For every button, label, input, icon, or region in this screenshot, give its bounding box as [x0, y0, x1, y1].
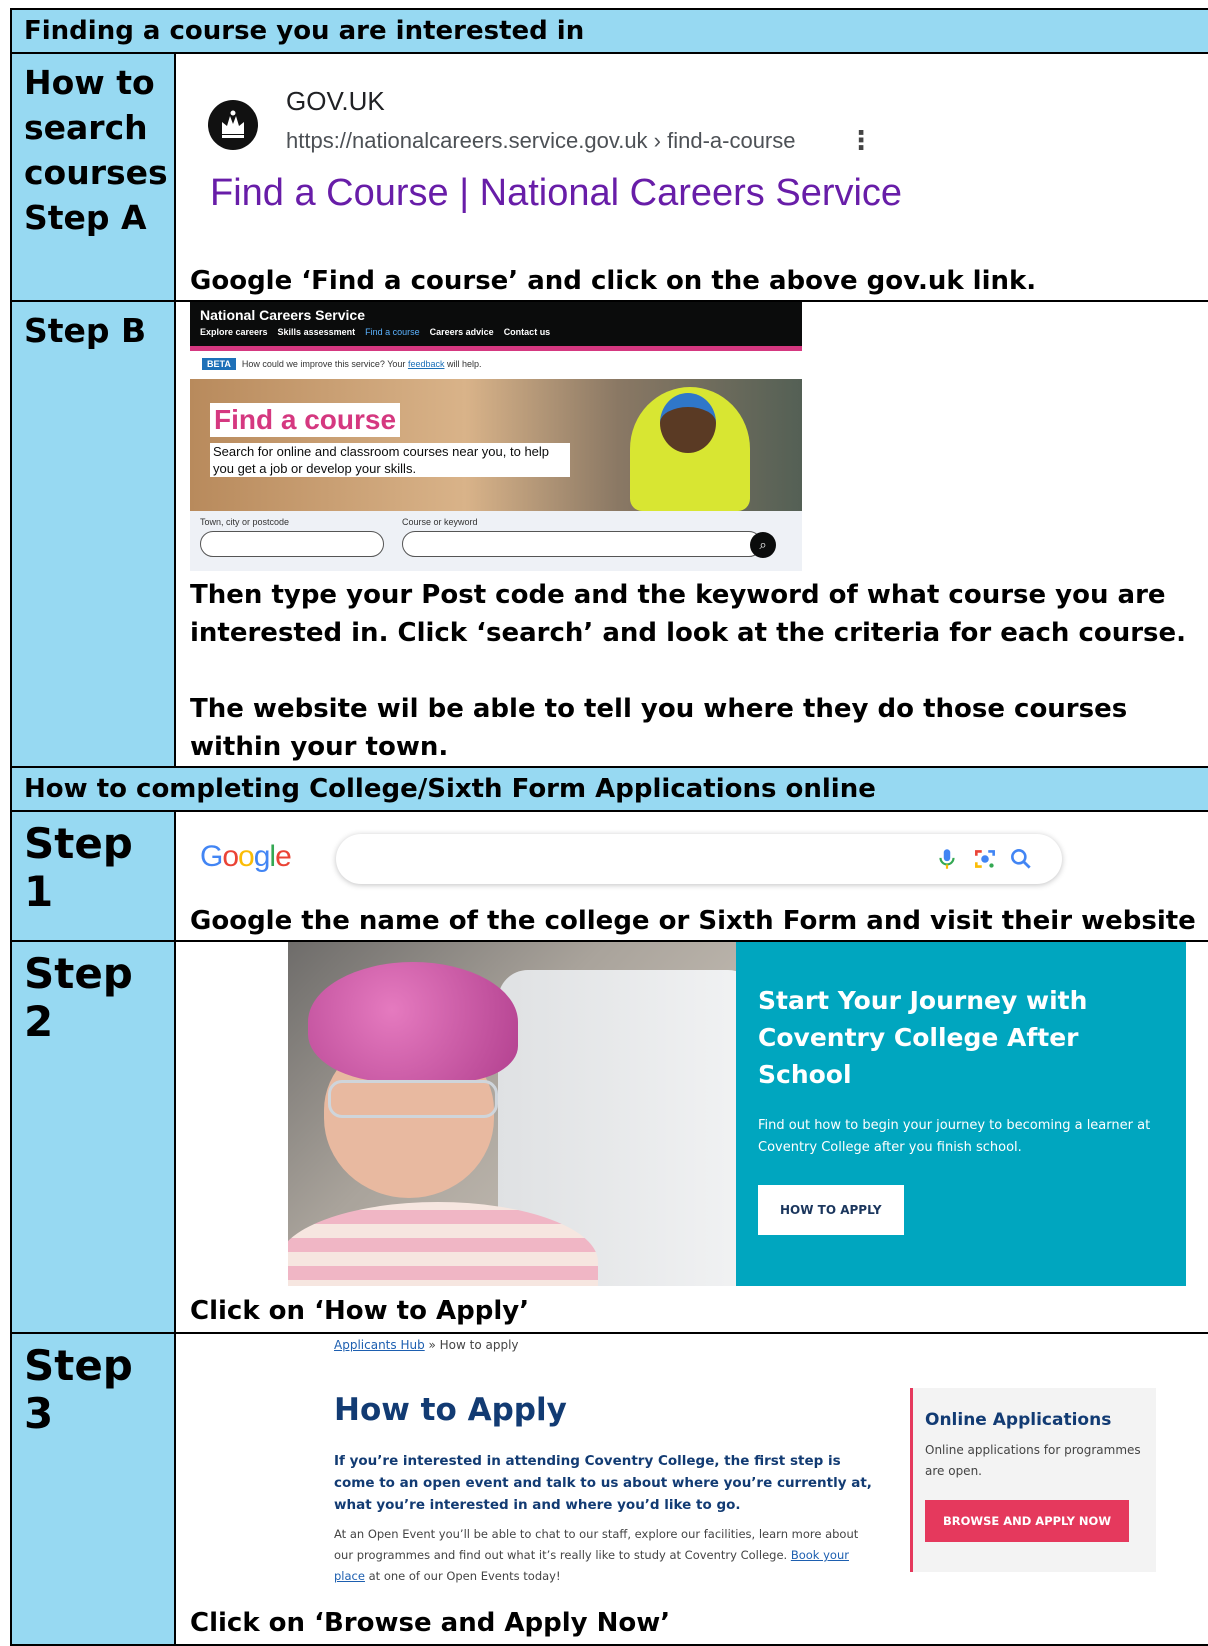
label-line: search	[24, 108, 148, 147]
nav-contact-us[interactable]: Contact us	[504, 327, 551, 337]
ncs-brand[interactable]: National Careers Service	[200, 306, 792, 324]
step-3-instruction: Click on ‘Browse and Apply Now’	[190, 1608, 671, 1638]
beta-text: How could we improve this service? Your	[241, 359, 406, 369]
google-search-input[interactable]	[336, 834, 1062, 884]
hero-title: Find a course	[210, 403, 401, 437]
label-step-1: Step 1	[10, 810, 176, 942]
hero-text: Find out how to begin your journey to be…	[758, 1118, 1151, 1155]
hair-shape	[308, 962, 518, 1082]
worksheet: Finding a course you are interested in H…	[9, 8, 1208, 1646]
how-to-apply-page: Applicants Hub » How to apply How to App…	[176, 1334, 1208, 1596]
result-title-link[interactable]: Find a Course | National Careers Service	[210, 172, 902, 215]
logo-letter: e	[275, 840, 292, 873]
logo-letter: o	[238, 840, 255, 873]
ncs-header: National Careers Service Explore careers…	[190, 302, 802, 346]
step-a-content: GOV.UK https://nationalcareers.service.g…	[173, 52, 1208, 302]
worker-head	[660, 393, 716, 453]
nav-careers-advice[interactable]: Careers advice	[430, 327, 494, 337]
label-line: Step A	[24, 198, 147, 237]
google-search-bar: Google	[176, 812, 1208, 904]
google-logo: Google	[200, 840, 292, 874]
logo-letter: g	[253, 840, 271, 873]
step-1-instruction: Google the name of the college or Sixth …	[190, 906, 1196, 936]
label-step-3: Step 3	[10, 1332, 176, 1646]
breadcrumb-current: » How to apply	[424, 1338, 519, 1352]
body-text: At an Open Event you’ll be able to chat …	[334, 1527, 859, 1562]
keyword-label: Course or keyword	[402, 517, 478, 527]
step-1-content: Google Google the name of the college or…	[173, 810, 1208, 942]
card-title: Online Applications	[925, 1410, 1112, 1430]
search-icon[interactable]: ⌕	[750, 532, 776, 558]
label-step-2: Step 2	[10, 940, 176, 1334]
body-text-end: at one of our Open Events today!	[364, 1569, 561, 1583]
search-icon[interactable]	[1008, 846, 1034, 872]
step-3-content: Applicants Hub » How to apply How to App…	[173, 1332, 1208, 1646]
step-2-instruction: Click on ‘How to Apply’	[190, 1296, 530, 1326]
section-header-finding-course: Finding a course you are interested in	[9, 8, 1208, 54]
result-site-name: GOV.UK	[286, 86, 385, 116]
online-applications-card: Online Applications Online applications …	[910, 1388, 1156, 1572]
body-paragraph: At an Open Event you’ll be able to chat …	[334, 1524, 864, 1587]
label-line: How to	[24, 63, 155, 102]
nav-find-a-course[interactable]: Find a course	[365, 327, 420, 337]
logo-letter: o	[222, 840, 239, 873]
nav-skills-assessment[interactable]: Skills assessment	[278, 327, 356, 337]
microphone-icon[interactable]	[934, 846, 960, 872]
ncs-search-bar: Town, city or postcode Course or keyword…	[190, 511, 802, 571]
how-to-apply-button[interactable]: HOW TO APPLY	[758, 1185, 904, 1235]
beta-banner: BETA How could we improve this service? Y…	[190, 351, 802, 379]
postcode-label: Town, city or postcode	[200, 517, 290, 527]
card-text: Online applications for programmes are o…	[925, 1443, 1141, 1478]
lens-icon[interactable]	[972, 846, 998, 872]
guide-table: Finding a course you are interested in H…	[9, 8, 1208, 1646]
beta-text-end: will help.	[446, 359, 482, 369]
coventry-hero: Start Your Journey with Coventry College…	[288, 942, 1186, 1286]
glasses-shape	[328, 1080, 498, 1118]
ncs-hero-image: Find a course Search for online and clas…	[190, 379, 802, 511]
nav-explore-careers[interactable]: Explore careers	[200, 327, 268, 337]
beta-tag: BETA	[202, 358, 236, 370]
breadcrumb-link[interactable]: Applicants Hub	[334, 1338, 425, 1352]
step-b-content: National Careers Service Explore careers…	[173, 300, 1208, 768]
keyword-input[interactable]	[402, 531, 762, 557]
browse-apply-button[interactable]: BROWSE AND APPLY NOW	[925, 1500, 1130, 1542]
ncs-nav: Explore careers Skills assessment Find a…	[200, 327, 792, 337]
label-line: courses	[24, 153, 168, 192]
student-photo	[288, 942, 736, 1286]
postcode-input[interactable]	[200, 531, 384, 557]
step-b-instruction-2: The website wil be able to tell you wher…	[190, 694, 1128, 762]
step-b-instruction-1: Then type your Post code and the keyword…	[190, 580, 1187, 648]
breadcrumb: Applicants Hub » How to apply	[334, 1338, 519, 1352]
feedback-link[interactable]: feedback	[408, 359, 445, 369]
page-title: How to Apply	[334, 1392, 567, 1428]
hero-heading: Start Your Journey with Coventry College…	[758, 986, 1088, 1089]
hero-description: Search for online and classroom courses …	[210, 443, 570, 477]
logo-letter: G	[200, 840, 223, 873]
crown-icon	[208, 100, 258, 150]
result-url: https://nationalcareers.service.gov.uk ›…	[286, 128, 796, 153]
label-step-a: How to search courses Step A	[10, 52, 176, 302]
section-header-applications: How to completing College/Sixth Form App…	[9, 766, 1208, 812]
ncs-screenshot: National Careers Service Explore careers…	[190, 302, 802, 572]
search-result[interactable]: GOV.UK https://nationalcareers.service.g…	[176, 54, 1208, 274]
step-2-content: Start Your Journey with Coventry College…	[173, 940, 1208, 1334]
hero-panel: Start Your Journey with Coventry College…	[736, 942, 1186, 1286]
lead-paragraph: If you’re interested in attending Covent…	[334, 1453, 872, 1513]
more-options-icon[interactable]: ⋮	[848, 126, 874, 156]
label-step-b: Step B	[10, 300, 176, 768]
